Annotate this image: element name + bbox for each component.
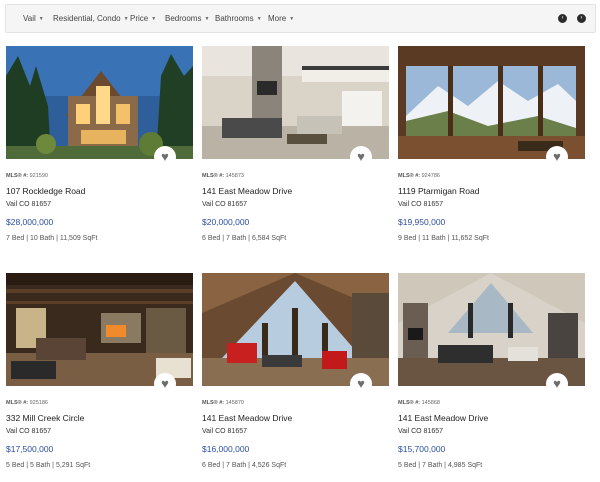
listing-card[interactable]: ♥ MLS® #: 145873 141 East Meadow Drive V… [202, 46, 389, 256]
mls-value: 145870 [225, 400, 244, 406]
listing-city: Vail CO 81657 [6, 201, 52, 208]
caret-down-icon: ▼ [204, 16, 210, 22]
filter-bathrooms-label: Bathrooms [215, 14, 254, 23]
listing-specs: 9 Bed | 11 Bath | 11,652 SqFt [398, 235, 489, 242]
listing-card[interactable]: ♥ MLS® #: 145870 141 East Meadow Drive V… [202, 273, 389, 482]
chevron-left-icon[interactable]: ‹ [558, 14, 567, 23]
mls-number: MLS® #: 921590 [6, 173, 48, 179]
listing-price[interactable]: $20,000,000 [202, 217, 249, 227]
heart-icon[interactable]: ♥ [350, 146, 372, 168]
listing-specs: 6 Bed | 7 Bath | 4,526 SqFt [202, 462, 287, 469]
listing-address: 332 Mill Creek Circle [6, 413, 85, 423]
listing-photo[interactable] [202, 46, 389, 159]
mls-label: MLS® #: [6, 173, 29, 179]
filter-bedrooms-dropdown[interactable]: Bedrooms ▼ [165, 5, 209, 32]
caret-down-icon: ▼ [123, 16, 129, 22]
filter-bedrooms-label: Bedrooms [165, 14, 202, 23]
listing-city: Vail CO 81657 [202, 201, 248, 208]
mls-number: MLS® #: 145868 [398, 400, 440, 406]
listing-address: 141 East Meadow Drive [398, 413, 489, 423]
mls-label: MLS® #: [202, 400, 225, 406]
mls-number: MLS® #: 145870 [202, 400, 244, 406]
listing-city: Vail CO 81657 [6, 428, 52, 435]
listing-card[interactable]: ♥ MLS® #: 924786 1119 Ptarmigan Road Vai… [398, 46, 585, 256]
listing-city: Vail CO 81657 [202, 428, 248, 435]
mls-value: 921590 [29, 173, 48, 179]
listing-address: 107 Rockledge Road [6, 186, 86, 196]
mls-label: MLS® #: [6, 400, 29, 406]
listing-price[interactable]: $17,500,000 [6, 444, 53, 454]
filter-property-type-dropdown[interactable]: Residential, Condo ▼ [53, 5, 129, 32]
mls-value: 145873 [225, 173, 244, 179]
listing-price[interactable]: $28,000,000 [6, 217, 53, 227]
mls-value: 924786 [421, 173, 440, 179]
listing-specs: 5 Bed | 5 Bath | 5,291 SqFt [6, 462, 91, 469]
mls-number: MLS® #: 924786 [398, 173, 440, 179]
mls-number: MLS® #: 925186 [6, 400, 48, 406]
listing-card[interactable]: ♥ MLS® #: 925186 332 Mill Creek Circle V… [6, 273, 193, 482]
listing-specs: 6 Bed | 7 Bath | 6,584 SqFt [202, 235, 287, 242]
heart-icon[interactable]: ♥ [350, 373, 372, 395]
listing-card[interactable]: ♥ MLS® #: 921590 107 Rockledge Road Vail… [6, 46, 193, 256]
caret-down-icon: ▼ [256, 16, 262, 22]
listing-city: Vail CO 81657 [398, 201, 444, 208]
listing-photo[interactable] [202, 273, 389, 386]
listing-price[interactable]: $15,700,000 [398, 444, 445, 454]
filter-bar: Vail ▼ Residential, Condo ▼ Price ▼ Bedroom… [5, 4, 596, 33]
mls-value: 925186 [29, 400, 48, 406]
mls-label: MLS® #: [398, 400, 421, 406]
listing-card[interactable]: ♥ MLS® #: 145868 141 East Meadow Drive V… [398, 273, 585, 482]
caret-down-icon: ▼ [151, 16, 157, 22]
filter-more-dropdown[interactable]: More ▼ [268, 5, 294, 32]
filter-property-type-label: Residential, Condo [53, 14, 121, 23]
listing-photo[interactable] [398, 46, 585, 159]
mls-value: 145868 [421, 400, 440, 406]
filter-bathrooms-dropdown[interactable]: Bathrooms ▼ [215, 5, 262, 32]
listing-address: 1119 Ptarmigan Road [398, 186, 480, 196]
listing-price[interactable]: $19,950,000 [398, 217, 445, 227]
chevron-right-icon[interactable]: › [577, 14, 586, 23]
listing-city: Vail CO 81657 [398, 428, 444, 435]
caret-down-icon: ▼ [289, 16, 295, 22]
listing-photo[interactable] [6, 46, 193, 159]
caret-down-icon: ▼ [38, 16, 44, 22]
filter-price-dropdown[interactable]: Price ▼ [130, 5, 156, 32]
listing-specs: 7 Bed | 10 Bath | 11,509 SqFt [6, 235, 98, 242]
filter-price-label: Price [130, 14, 149, 23]
listing-specs: 5 Bed | 7 Bath | 4,985 SqFt [398, 462, 483, 469]
filter-location-label: Vail [23, 14, 36, 23]
listing-photo[interactable] [6, 273, 193, 386]
listing-photo[interactable] [398, 273, 585, 386]
mls-label: MLS® #: [202, 173, 225, 179]
mls-number: MLS® #: 145873 [202, 173, 244, 179]
listing-address: 141 East Meadow Drive [202, 413, 293, 423]
heart-icon[interactable]: ♥ [546, 146, 568, 168]
heart-icon[interactable]: ♥ [154, 373, 176, 395]
heart-icon[interactable]: ♥ [154, 146, 176, 168]
filter-location-dropdown[interactable]: Vail ▼ [23, 5, 44, 32]
listing-price[interactable]: $16,000,000 [202, 444, 249, 454]
mls-label: MLS® #: [398, 173, 421, 179]
listing-address: 141 East Meadow Drive [202, 186, 293, 196]
heart-icon[interactable]: ♥ [546, 373, 568, 395]
filter-more-label: More [268, 14, 287, 23]
